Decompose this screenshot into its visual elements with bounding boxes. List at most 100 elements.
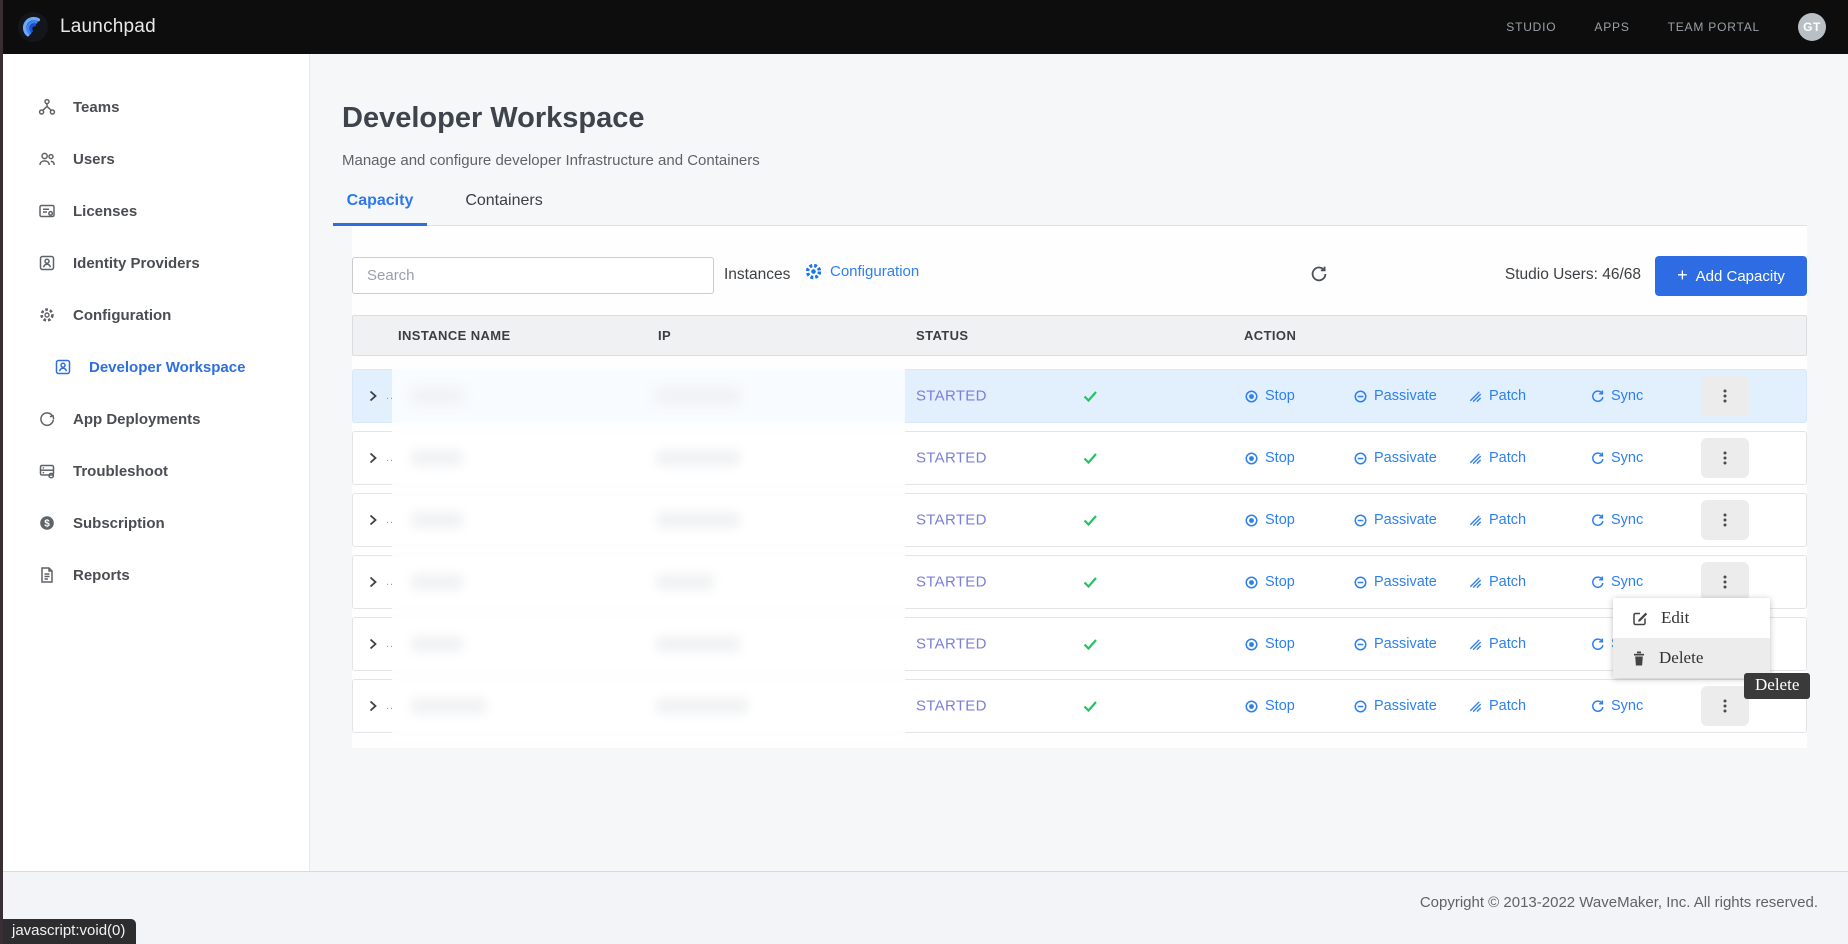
stop-action[interactable]: Stop: [1244, 450, 1295, 466]
sidebar-item-users[interactable]: Users: [3, 133, 309, 185]
column-ip: IP: [658, 328, 671, 343]
stop-action[interactable]: Stop: [1244, 388, 1295, 404]
table-header: INSTANCE NAME IP STATUS ACTION: [352, 315, 1807, 356]
table-row[interactable]: .. STARTED Stop Passivate: [352, 369, 1807, 423]
menu-item-edit[interactable]: Edit: [1613, 598, 1770, 638]
stop-label: Stop: [1265, 512, 1295, 528]
health-check-icon: [1081, 449, 1099, 467]
column-status: STATUS: [916, 328, 968, 343]
row-kebab-menu-button[interactable]: [1701, 500, 1749, 540]
patch-label: Patch: [1489, 512, 1526, 528]
patch-label: Patch: [1489, 574, 1526, 590]
patch-action[interactable]: Patch: [1468, 512, 1526, 528]
refresh-icon[interactable]: [1309, 264, 1329, 284]
patch-action[interactable]: Patch: [1468, 574, 1526, 590]
studio-users-count: Studio Users: 46/68: [1505, 266, 1641, 284]
table-row[interactable]: .. STARTED Stop Passivate: [352, 431, 1807, 485]
sync-action[interactable]: Sync: [1590, 450, 1643, 466]
page-title: Developer Workspace: [342, 102, 645, 135]
expand-chevron-icon[interactable]: [361, 694, 385, 718]
sidebar-item-licenses[interactable]: Licenses: [3, 185, 309, 237]
top-nav: STUDIO APPS TEAM PORTAL GT: [1506, 13, 1848, 41]
expand-chevron-icon[interactable]: [361, 632, 385, 656]
passivate-action[interactable]: Passivate: [1353, 574, 1437, 590]
nav-team-portal[interactable]: TEAM PORTAL: [1668, 20, 1760, 34]
stop-action[interactable]: Stop: [1244, 574, 1295, 590]
redacted-instance-name: [411, 450, 463, 466]
nav-apps[interactable]: APPS: [1594, 20, 1629, 34]
status-badge: STARTED: [916, 512, 987, 529]
brand[interactable]: Launchpad: [0, 12, 156, 42]
stop-action[interactable]: Stop: [1244, 636, 1295, 652]
sidebar-item-troubleshoot[interactable]: Troubleshoot: [3, 445, 309, 497]
expand-chevron-icon[interactable]: [361, 446, 385, 470]
patch-action[interactable]: Patch: [1468, 698, 1526, 714]
nav-studio[interactable]: STUDIO: [1506, 20, 1556, 34]
stop-action[interactable]: Stop: [1244, 698, 1295, 714]
passivate-action[interactable]: Passivate: [1353, 450, 1437, 466]
passivate-label: Passivate: [1374, 574, 1437, 590]
patch-action[interactable]: Patch: [1468, 388, 1526, 404]
table-row[interactable]: .. STARTED Stop Passivate: [352, 555, 1807, 609]
redacted-ip: [656, 574, 714, 590]
user-avatar[interactable]: GT: [1798, 13, 1826, 41]
expand-chevron-icon[interactable]: [361, 384, 385, 408]
copyright-text: Copyright © 2013-2022 WaveMaker, Inc. Al…: [1420, 894, 1818, 911]
sidebar-item-subscription[interactable]: $ Subscription: [3, 497, 309, 549]
sidebar-item-identity-providers[interactable]: Identity Providers: [3, 237, 309, 289]
row-kebab-menu-button[interactable]: [1701, 686, 1749, 726]
redacted-instance-name: [411, 636, 463, 652]
redacted-text-fragment: ..: [386, 576, 394, 588]
stop-action[interactable]: Stop: [1244, 512, 1295, 528]
health-check-icon: [1081, 697, 1099, 715]
redacted-ip: [656, 636, 740, 652]
row-kebab-menu-button[interactable]: [1701, 376, 1749, 416]
sidebar-item-reports[interactable]: Reports: [3, 549, 309, 601]
menu-item-delete[interactable]: Delete: [1613, 638, 1770, 678]
launchpad-logo-icon: [18, 12, 48, 42]
status-badge: STARTED: [916, 636, 987, 653]
patch-action[interactable]: Patch: [1468, 450, 1526, 466]
passivate-label: Passivate: [1374, 698, 1437, 714]
sync-label: Sync: [1611, 450, 1643, 466]
passivate-action[interactable]: Passivate: [1353, 636, 1437, 652]
add-capacity-button[interactable]: + Add Capacity: [1655, 256, 1807, 296]
sidebar-item-app-deployments[interactable]: App Deployments: [3, 393, 309, 445]
stop-label: Stop: [1265, 450, 1295, 466]
sidebar-item-configuration[interactable]: Configuration: [3, 289, 309, 341]
redacted-ip: [656, 698, 748, 714]
sync-action[interactable]: Sync: [1590, 698, 1643, 714]
sync-action[interactable]: Sync: [1590, 512, 1643, 528]
tab-containers[interactable]: Containers: [454, 192, 554, 226]
expand-chevron-icon[interactable]: [361, 570, 385, 594]
troubleshoot-icon: [37, 461, 57, 481]
sync-action[interactable]: Sync: [1590, 388, 1643, 404]
row-kebab-menu-button[interactable]: [1701, 562, 1749, 602]
sidebar-item-teams[interactable]: Teams: [3, 81, 309, 133]
table-row[interactable]: .. STARTED Stop Passivate: [352, 493, 1807, 547]
configuration-link[interactable]: Configuration: [804, 262, 919, 281]
patch-label: Patch: [1489, 698, 1526, 714]
passivate-action[interactable]: Passivate: [1353, 512, 1437, 528]
search-input[interactable]: [352, 257, 714, 294]
row-kebab-menu-button[interactable]: [1701, 438, 1749, 478]
table-row[interactable]: .. STARTED Stop Passivate: [352, 617, 1807, 671]
passivate-action[interactable]: Passivate: [1353, 698, 1437, 714]
developer-workspace-icon: [53, 357, 73, 377]
patch-label: Patch: [1489, 388, 1526, 404]
sync-action[interactable]: Sync: [1590, 574, 1643, 590]
sidebar-item-developer-workspace[interactable]: Developer Workspace: [3, 341, 309, 393]
sync-label: Sync: [1611, 388, 1643, 404]
stop-label: Stop: [1265, 698, 1295, 714]
passivate-action[interactable]: Passivate: [1353, 388, 1437, 404]
tab-capacity[interactable]: Capacity: [333, 192, 427, 226]
redacted-text-fragment: ..: [386, 514, 394, 526]
plus-icon: +: [1677, 265, 1688, 286]
redacted-instance-name: [411, 698, 487, 714]
expand-chevron-icon[interactable]: [361, 508, 385, 532]
redacted-text-fragment: ..: [386, 452, 394, 464]
gear-icon: [804, 262, 823, 281]
table-row[interactable]: .. STARTED Stop Passivate: [352, 679, 1807, 733]
browser-status-bar: javascript:void(0): [3, 919, 136, 944]
patch-action[interactable]: Patch: [1468, 636, 1526, 652]
